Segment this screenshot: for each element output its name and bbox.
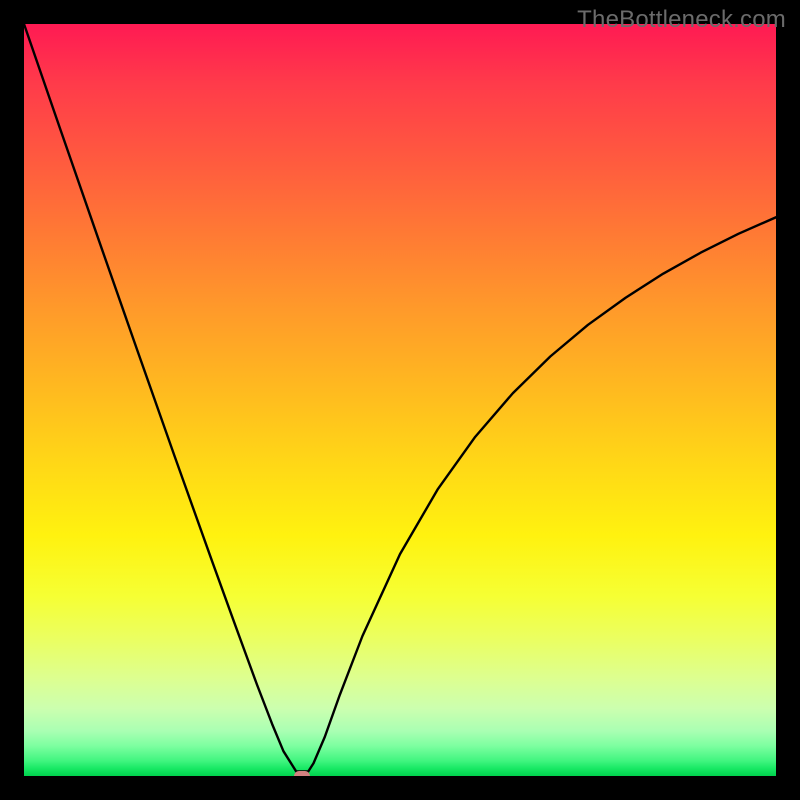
- watermark-text: TheBottleneck.com: [577, 6, 786, 34]
- chart-frame: TheBottleneck.com: [0, 0, 800, 800]
- optimum-marker: [294, 771, 310, 776]
- plot-area: [24, 24, 776, 776]
- bottleneck-curve: [24, 24, 776, 776]
